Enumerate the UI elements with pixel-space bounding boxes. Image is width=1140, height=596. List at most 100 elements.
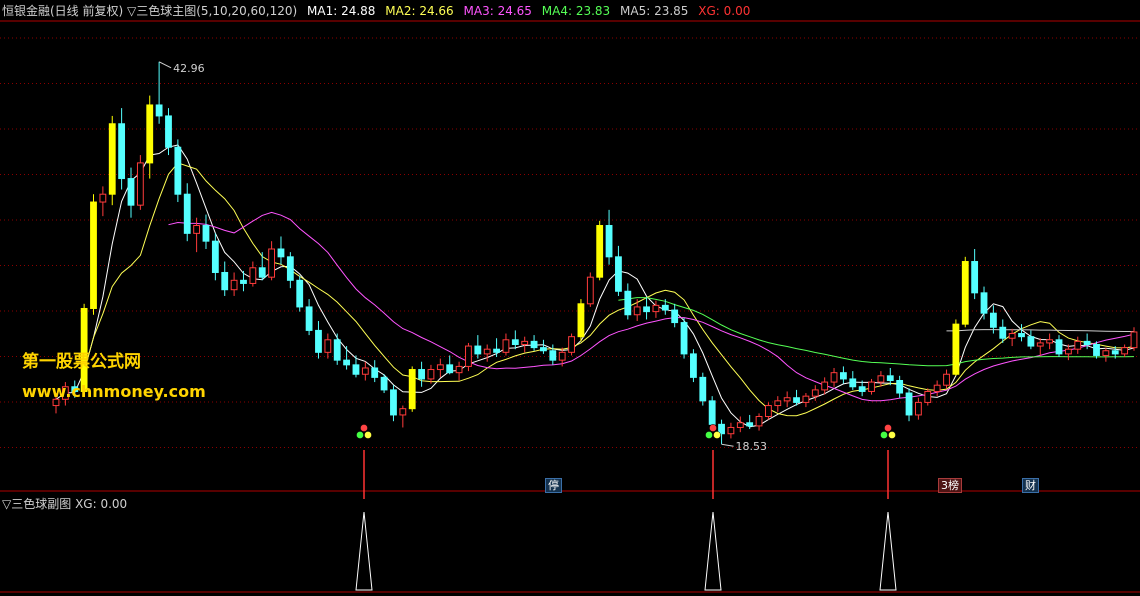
candle-body xyxy=(746,422,754,427)
ma5-line xyxy=(946,329,1134,332)
candle-body xyxy=(690,353,697,378)
sub-signal-spike xyxy=(879,511,897,591)
candle-body xyxy=(127,178,135,206)
candle-body xyxy=(343,359,350,366)
candle-body xyxy=(315,329,322,353)
candle-body xyxy=(586,276,594,305)
signal-ball xyxy=(880,431,888,439)
signal-ball xyxy=(364,431,372,439)
candle-body xyxy=(333,339,341,361)
high-label: 42.96 xyxy=(173,62,205,75)
candle-body xyxy=(502,339,510,353)
candle-body xyxy=(624,290,632,316)
candle-body xyxy=(1064,348,1072,355)
candle-body xyxy=(174,146,182,195)
candle-body xyxy=(1008,333,1016,339)
candle-body xyxy=(886,375,894,382)
low-label: 18.53 xyxy=(736,440,768,453)
ma5-label: MA5: 23.85 xyxy=(620,4,689,18)
high-marker xyxy=(158,61,172,69)
candle-body xyxy=(427,369,435,380)
candle-body xyxy=(830,372,838,383)
candle-body xyxy=(1102,350,1110,356)
chart-title: 恒银金融(日线 前复权) ▽三色球主图(5,10,20,60,120) xyxy=(2,4,298,18)
ma3-line xyxy=(168,211,1135,402)
candle-body xyxy=(1111,350,1119,355)
candle-body xyxy=(905,392,913,416)
candle-body xyxy=(455,365,463,374)
candle-body xyxy=(249,267,257,284)
sub-xg-label: XG: 0.00 xyxy=(75,497,128,511)
sub-chart-header: ▽三色球副图 XG: 0.00 xyxy=(2,495,127,512)
event-badge[interactable]: 3榜 xyxy=(938,478,962,493)
candle-body xyxy=(418,369,425,380)
candle-body xyxy=(652,304,660,313)
event-badge[interactable]: 停 xyxy=(545,478,562,493)
candle-body xyxy=(1055,339,1063,355)
candle-body xyxy=(1027,336,1035,347)
candle-body xyxy=(446,364,454,374)
candle-body xyxy=(390,389,397,416)
xg-label: XG: 0.00 xyxy=(698,4,751,18)
candle-body xyxy=(90,201,97,309)
candle-body xyxy=(1093,343,1100,356)
candle-body xyxy=(933,384,941,392)
candle-body xyxy=(999,326,1007,339)
candle-body xyxy=(558,351,566,361)
candle-body xyxy=(802,395,810,403)
candle-body xyxy=(661,304,669,311)
candle-body xyxy=(643,306,650,313)
candle-body xyxy=(540,347,547,352)
candle-body xyxy=(1018,333,1025,338)
candle-body xyxy=(774,400,782,407)
candle-body xyxy=(530,340,538,349)
candle-body xyxy=(971,261,979,294)
candle-body xyxy=(118,123,126,180)
ma2-label: MA2: 24.66 xyxy=(385,4,454,18)
candle-body xyxy=(230,279,238,291)
candle-body xyxy=(1121,347,1129,355)
sub-signal-spike xyxy=(704,511,722,591)
candle-body xyxy=(849,378,857,388)
event-badge[interactable]: 财 xyxy=(1022,478,1039,493)
candle-body xyxy=(840,372,847,380)
signal-ball xyxy=(705,431,713,439)
signal-ball xyxy=(356,431,364,439)
watermark-url: www.chnmoney.com xyxy=(22,382,206,401)
sub-chart-title: ▽三色球副图 xyxy=(2,497,72,511)
main-chart-header: 恒银金融(日线 前复权) ▽三色球主图(5,10,20,60,120) MA1:… xyxy=(2,2,756,20)
candle-body xyxy=(474,345,482,355)
candle-body xyxy=(155,104,163,117)
candle-body xyxy=(577,303,585,338)
candle-body xyxy=(436,364,444,371)
candle-body xyxy=(352,364,360,375)
candle-body xyxy=(165,115,172,148)
ma3-label: MA3: 24.65 xyxy=(463,4,532,18)
candle-body xyxy=(765,405,772,418)
candle-body xyxy=(493,348,500,353)
candle-body xyxy=(146,104,154,164)
sub-signal-spike xyxy=(355,511,373,591)
candle-body xyxy=(193,225,201,234)
kline-chart[interactable]: 42.96 18.53 xyxy=(0,0,1140,596)
candle-body xyxy=(549,350,557,361)
candle-body xyxy=(380,376,388,391)
candle-body xyxy=(989,312,997,328)
candle-body xyxy=(1036,342,1044,347)
signal-ball xyxy=(888,431,896,439)
candle-body xyxy=(821,381,829,391)
candle-body xyxy=(811,389,819,397)
candle-body xyxy=(99,193,107,203)
candle-body xyxy=(202,225,210,242)
ma1-label: MA1: 24.88 xyxy=(307,4,376,18)
candle-body xyxy=(183,193,191,234)
candle-body xyxy=(221,271,229,291)
candle-body xyxy=(1130,331,1138,349)
candle-body xyxy=(793,397,800,403)
candle-body xyxy=(268,248,276,278)
candle-body xyxy=(361,367,369,375)
candle-body xyxy=(914,401,922,416)
candle-body xyxy=(952,323,960,375)
candle-body xyxy=(108,123,116,195)
candle-body xyxy=(596,225,604,278)
